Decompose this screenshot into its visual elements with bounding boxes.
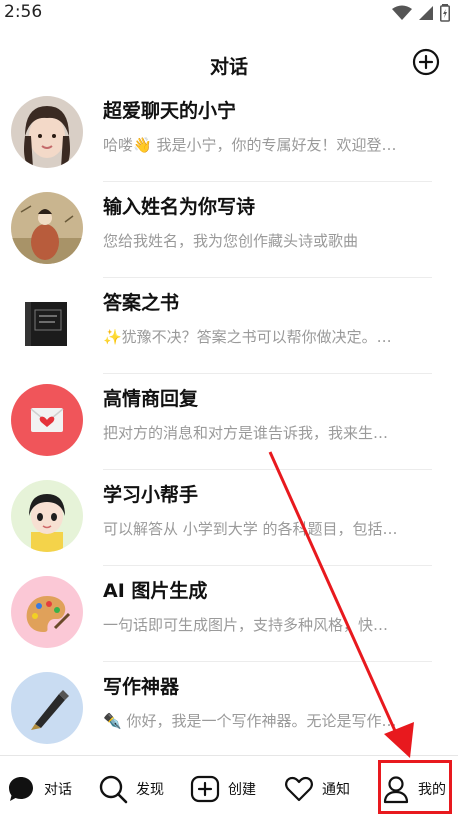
chat-name: 学习小帮手 <box>103 484 199 506</box>
avatar <box>11 480 83 552</box>
chat-snippet: ✨犹豫不决？答案之书可以帮你做决定。… <box>103 328 392 346</box>
tab-chat[interactable]: 对话 <box>6 756 72 821</box>
chat-row-poem[interactable]: 输入姓名为你写诗 您给我姓名，我为您创作藏头诗或歌曲 <box>0 182 458 278</box>
chat-row-eq-reply[interactable]: 高情商回复 把对方的消息和对方是谁告诉我，我来生… <box>0 374 458 470</box>
tab-create[interactable]: 创建 <box>190 756 256 821</box>
chat-snippet: 您给我姓名，我为您创作藏头诗或歌曲 <box>103 232 359 250</box>
chat-snippet: ✒️ 你好，我是一个写作神器。无论是写作… <box>103 712 397 730</box>
chat-snippet: 一句话即可生成图片，支持多种风格，快… <box>103 616 389 634</box>
chat-name: 输入姓名为你写诗 <box>103 196 256 218</box>
app-header: 对话 <box>0 40 458 86</box>
battery-icon <box>440 4 450 22</box>
annotation-highlight-box <box>378 760 452 814</box>
chat-row-xiaoning[interactable]: 超爱聊天的小宁 哈喽👋 我是小宁，你的专属好友！欢迎登… <box>0 90 458 182</box>
chat-snippet: 哈喽👋 我是小宁，你的专属好友！欢迎登… <box>103 136 397 154</box>
chat-row-writer[interactable]: 写作神器 ✒️ 你好，我是一个写作神器。无论是写作… <box>0 662 458 755</box>
plus-square-icon <box>190 775 220 802</box>
avatar <box>11 576 83 648</box>
plus-circle-icon[interactable] <box>412 48 440 76</box>
status-icons <box>392 4 450 22</box>
avatar <box>11 192 83 264</box>
avatar <box>11 672 83 744</box>
tab-label: 对话 <box>44 781 72 798</box>
chat-name: 高情商回复 <box>103 388 199 410</box>
chat-list[interactable]: 超爱聊天的小宁 哈喽👋 我是小宁，你的专属好友！欢迎登… 输入姓名为你写诗 您给… <box>0 90 458 755</box>
avatar <box>11 96 83 168</box>
avatar <box>11 384 83 456</box>
wifi-icon <box>392 5 412 20</box>
avatar <box>11 288 83 360</box>
tab-label: 创建 <box>228 781 256 798</box>
chat-snippet: 可以解答从 小学到大学 的各科题目，包括… <box>103 520 398 538</box>
chat-snippet: 把对方的消息和对方是谁告诉我，我来生… <box>103 424 389 442</box>
tab-notifications[interactable]: 通知 <box>284 756 350 821</box>
chat-bubble-icon <box>9 776 33 801</box>
page-title: 对话 <box>209 56 248 78</box>
chat-row-study-helper[interactable]: 学习小帮手 可以解答从 小学到大学 的各科题目，包括… <box>0 470 458 566</box>
status-bar: 2:56 <box>0 0 458 26</box>
heart-icon <box>285 776 313 801</box>
tab-label: 通知 <box>322 781 350 798</box>
status-time: 2:56 <box>4 2 43 22</box>
tab-discover[interactable]: 发现 <box>98 756 164 821</box>
chat-row-answer-book[interactable]: 答案之书 ✨犹豫不决？答案之书可以帮你做决定。… <box>0 278 458 374</box>
chat-name: 超爱聊天的小宁 <box>103 100 237 122</box>
search-icon <box>99 775 128 803</box>
signal-icon <box>419 6 433 20</box>
chat-name: 答案之书 <box>103 292 180 314</box>
chat-row-ai-image[interactable]: AI 图片生成 一句话即可生成图片，支持多种风格，快… <box>0 566 458 662</box>
chat-name: 写作神器 <box>103 676 180 698</box>
chat-name: AI 图片生成 <box>103 580 208 602</box>
tab-label: 发现 <box>136 781 164 798</box>
